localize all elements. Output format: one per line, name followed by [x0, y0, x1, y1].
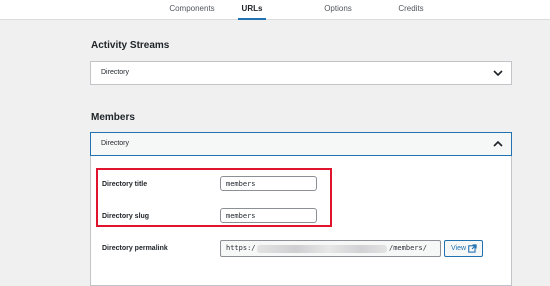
- members-heading: Members: [91, 112, 135, 123]
- view-button[interactable]: View: [444, 240, 483, 257]
- directory-title-label: Directory title: [102, 181, 148, 188]
- accordion-label: Directory: [101, 69, 130, 76]
- tab-urls[interactable]: URLs: [238, 0, 266, 20]
- directory-slug-input[interactable]: [220, 208, 317, 223]
- permalink-prefix: https:/: [226, 244, 256, 252]
- directory-permalink-field[interactable]: https:/ /members/: [220, 240, 441, 257]
- tab-components[interactable]: Components: [160, 0, 224, 19]
- activity-directory-accordion[interactable]: Directory: [90, 61, 512, 85]
- directory-title-input[interactable]: [220, 176, 317, 191]
- activity-streams-heading: Activity Streams: [91, 40, 170, 51]
- directory-permalink-label: Directory permalink: [102, 245, 168, 252]
- tab-bar: Components URLs Options Credits: [0, 0, 550, 20]
- external-link-icon: [468, 244, 477, 253]
- directory-slug-label: Directory slug: [102, 213, 150, 220]
- accordion-label: Directory: [101, 140, 130, 147]
- view-button-label: View: [451, 245, 467, 252]
- tab-options[interactable]: Options: [318, 0, 358, 19]
- redacted-domain: [257, 245, 387, 253]
- tab-credits[interactable]: Credits: [393, 0, 429, 19]
- members-directory-accordion[interactable]: Directory: [90, 132, 512, 156]
- chevron-down-icon: [493, 70, 503, 77]
- permalink-suffix: /members/: [389, 244, 427, 252]
- chevron-up-icon: [493, 140, 503, 147]
